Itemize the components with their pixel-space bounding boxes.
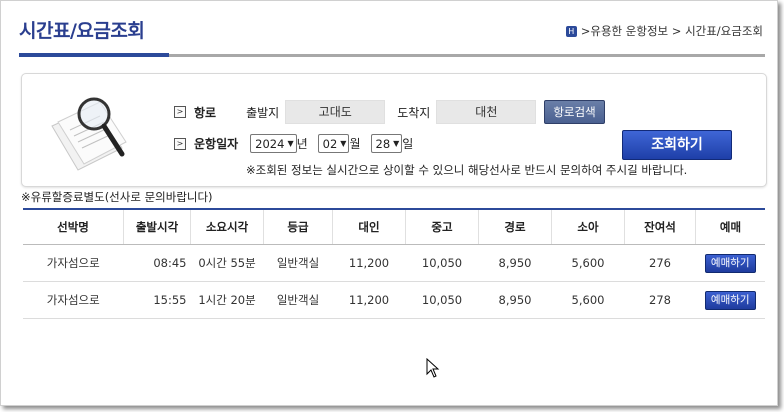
search-submit-button[interactable]: 조회하기: [622, 130, 732, 160]
remaining-seats-cell: 278: [624, 281, 696, 319]
departure-time-cell: 15:55: [123, 281, 191, 319]
col-booking: 예매: [695, 208, 765, 245]
student-fare-cell: 10,050: [405, 281, 479, 319]
chevron-down-icon: ▼: [340, 139, 347, 148]
schedule-table: 선박명 출발시각 소요시각 등급 대인 중고 경로 소아 잔여석 예매 가자섬으…: [23, 208, 765, 319]
table-row: 가자섬으로 15:55 1시간 20분 일반객실 11,200 10,050 8…: [23, 281, 765, 319]
duration-cell: 1시간 20분: [190, 281, 264, 319]
breadcrumb-text[interactable]: >유용한 운항정보 > 시간표/요금조회: [581, 23, 763, 39]
day-select[interactable]: 28 ▼: [370, 134, 403, 153]
route-row: > 항로 출발지 고대도 도착지 대천 항로검색: [174, 100, 605, 124]
departure-field[interactable]: 고대도: [285, 100, 386, 124]
year-unit: 년: [296, 137, 308, 151]
col-grade: 등급: [263, 208, 333, 245]
bullet-arrow-icon: >: [174, 106, 186, 118]
grade-cell: 일반객실: [263, 281, 333, 319]
duration-cell: 0시간 55분: [190, 244, 264, 282]
month-unit: 월: [349, 137, 361, 151]
table-header-row: 선박명 출발시각 소요시각 등급 대인 중고 경로 소아 잔여석 예매: [23, 208, 765, 245]
col-adult: 대인: [332, 208, 406, 245]
day-value: 28: [375, 136, 391, 151]
child-fare-cell: 5,600: [551, 281, 625, 319]
student-fare-cell: 10,050: [405, 244, 479, 282]
arrival-label: 도착지: [397, 105, 431, 120]
page-title: 시간표/요금조회: [19, 20, 145, 42]
remaining-seats-cell: 276: [624, 244, 696, 282]
year-select[interactable]: 2024 ▼: [250, 134, 297, 153]
col-student: 중고: [405, 208, 479, 245]
col-departure-time: 출발시각: [123, 208, 191, 245]
adult-fare-cell: 11,200: [332, 281, 406, 319]
table-row: 가자섬으로 08:45 0시간 55분 일반객실 11,200 10,050 8…: [23, 244, 765, 282]
departure-time-cell: 08:45: [123, 244, 191, 282]
booking-cell: 예매하기: [695, 281, 765, 319]
page-frame: 시간표/요금조회 H >유용한 운항정보 > 시간표/요금조회 > 항로 출발지…: [0, 0, 778, 406]
month-select[interactable]: 02 ▼: [317, 134, 350, 153]
mouse-cursor-icon: [426, 358, 440, 378]
child-fare-cell: 5,600: [551, 244, 625, 282]
col-ship-name: 선박명: [23, 208, 124, 245]
home-icon[interactable]: H: [565, 25, 577, 37]
departure-label: 출발지: [246, 105, 280, 120]
notice-text: ※조회된 정보는 실시간으로 상이할 수 있으니 해당선사로 반드시 문의하여 …: [246, 163, 688, 177]
bullet-arrow-icon: >: [174, 137, 186, 150]
chevron-down-icon: ▼: [393, 139, 400, 148]
col-child: 소아: [551, 208, 625, 245]
route-label: 항로: [194, 105, 217, 120]
date-label: 운항일자: [194, 137, 239, 151]
chevron-down-icon: ▼: [287, 139, 294, 148]
fuel-surcharge-note: ※유류할증료별도(선사로 문의바랍니다): [21, 190, 213, 204]
title-underline-accent: [19, 53, 169, 57]
magnifier-documents-icon: [51, 97, 127, 171]
col-duration: 소요시각: [190, 208, 264, 245]
ship-name-cell: 가자섬으로: [23, 244, 124, 282]
col-remaining-seats: 잔여석: [624, 208, 696, 245]
col-senior: 경로: [478, 208, 552, 245]
senior-fare-cell: 8,950: [478, 281, 552, 319]
title-underline: [169, 54, 765, 57]
grade-cell: 일반객실: [263, 244, 333, 282]
arrival-field[interactable]: 대천: [436, 100, 537, 124]
book-button[interactable]: 예매하기: [704, 253, 756, 273]
ship-name-cell: 가자섬으로: [23, 281, 124, 319]
booking-cell: 예매하기: [695, 244, 765, 282]
year-value: 2024: [255, 136, 285, 151]
month-value: 02: [322, 136, 338, 151]
breadcrumb: H >유용한 운항정보 > 시간표/요금조회: [565, 23, 763, 39]
date-row: > 운항일자 2024 ▼ 년 02 ▼ 월 28 ▼ 일: [174, 134, 413, 153]
book-button[interactable]: 예매하기: [704, 290, 756, 310]
senior-fare-cell: 8,950: [478, 244, 552, 282]
day-unit: 일: [402, 137, 414, 151]
route-search-button[interactable]: 항로검색: [544, 100, 605, 124]
search-panel: > 항로 출발지 고대도 도착지 대천 항로검색 > 운항일자 2024 ▼ 년…: [21, 73, 767, 187]
adult-fare-cell: 11,200: [332, 244, 406, 282]
